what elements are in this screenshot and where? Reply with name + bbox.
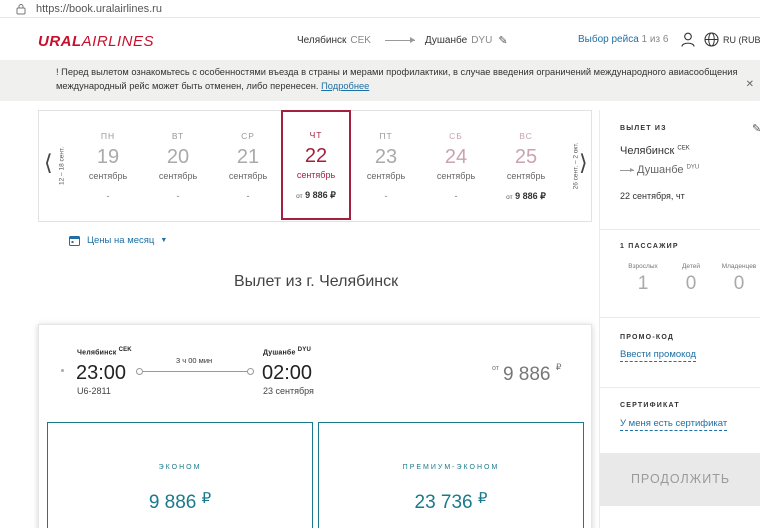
date-cell[interactable]: ср 21 сентябрь - bbox=[213, 111, 283, 221]
prev-week-range[interactable]: 12 – 18 сент. bbox=[53, 111, 71, 221]
fare-economy-option[interactable]: Эконом 9 886 ₽ bbox=[47, 422, 313, 528]
departure-time: 23:00 bbox=[76, 362, 127, 384]
language-selector[interactable]: RU (RUB bbox=[723, 35, 760, 45]
certificate-section: Сертификат У меня есть сертификат bbox=[600, 388, 760, 452]
arrow-right-icon bbox=[620, 167, 634, 172]
departure-section: Вылет из ✎ Челябинск CEK Душанбе DYU 22 … bbox=[600, 110, 760, 230]
arrival-date: 23 сентября bbox=[263, 386, 314, 396]
date-cell-selected[interactable]: чт 22 сентябрь от 9 886 ₽ bbox=[281, 110, 351, 220]
passengers-title: 1 пассажир bbox=[620, 243, 679, 250]
pax-children[interactable]: Детей 0 bbox=[671, 263, 711, 295]
lock-icon bbox=[16, 3, 26, 15]
fare-price: 23 736 ₽ bbox=[414, 490, 488, 513]
destination-city: Душанбе bbox=[424, 35, 468, 46]
edit-route-icon[interactable]: ✎ bbox=[498, 34, 507, 47]
flight-bullet-icon bbox=[61, 369, 64, 372]
user-icon[interactable] bbox=[681, 32, 695, 47]
travel-notice-banner: ! Перед вылетом ознакомьтесь с особеннос… bbox=[0, 60, 760, 101]
date-carousel: ⟨ 12 – 18 сент. пн 19 сентябрь - вт 20 с… bbox=[38, 110, 592, 222]
month-prices-label: Цены на месяц bbox=[87, 235, 155, 246]
sidebar-date: 22 сентября, чт bbox=[620, 191, 685, 201]
date-cell[interactable]: вт 20 сентябрь - bbox=[143, 111, 213, 221]
certificate-link[interactable]: У меня есть сертификат bbox=[620, 418, 728, 431]
flight-duration: 3 ч 00 мин bbox=[176, 356, 213, 365]
fare-name: Эконом bbox=[158, 464, 202, 471]
promo-title: Промо-код bbox=[620, 334, 675, 341]
chevron-right-icon[interactable]: ⟩ bbox=[579, 151, 588, 176]
departure-city: Челябинск CEK bbox=[77, 347, 132, 357]
notice-more-link[interactable]: Подробнее bbox=[321, 81, 369, 91]
date-cell[interactable]: вс 25 сентябрь от 9 886 ₽ bbox=[491, 111, 561, 221]
sidebar-origin: Челябинск CEK bbox=[620, 145, 690, 157]
lowest-price: от 9 886 ₽ bbox=[492, 362, 562, 385]
calendar-icon bbox=[69, 236, 80, 246]
flight-card[interactable]: Челябинск CEK 23:00 U6-2811 3 ч 00 мин Д… bbox=[38, 324, 592, 528]
date-cell[interactable]: сб 24 сентябрь - bbox=[421, 111, 491, 221]
close-icon[interactable]: ✕ bbox=[746, 78, 754, 92]
url-text[interactable]: https://book.uralairlines.ru bbox=[36, 3, 162, 15]
caret-down-icon: ▼ bbox=[160, 237, 168, 244]
origin-city: Челябинск bbox=[297, 35, 347, 46]
route-arrow-icon bbox=[384, 37, 415, 43]
flight-select-step[interactable]: Выбор рейса 1 из 6 bbox=[578, 34, 668, 45]
booking-summary-sidebar: Вылет из ✎ Челябинск CEK Душанбе DYU 22 … bbox=[599, 110, 760, 528]
page-title: Вылет из г. Челябинск bbox=[234, 273, 399, 290]
pax-adults[interactable]: Взрослых 1 bbox=[623, 263, 663, 295]
month-prices-dropdown[interactable]: Цены на месяц ▼ bbox=[69, 235, 167, 246]
date-cell[interactable]: пт 23 сентябрь - bbox=[351, 111, 421, 221]
site-header: URALAIRLINES Челябинск CEK Душанбе DYU ✎… bbox=[0, 19, 760, 60]
destination-code: DYU bbox=[471, 35, 493, 46]
continue-button[interactable]: ПРОДОЛЖИТЬ bbox=[600, 453, 760, 506]
promo-code-link[interactable]: Ввести промокод bbox=[620, 349, 697, 362]
flight-select-count: 1 из 6 bbox=[641, 34, 669, 45]
fare-name: Премиум-эконом bbox=[402, 464, 500, 471]
route-summary[interactable]: Челябинск CEK Душанбе DYU ✎ bbox=[297, 34, 508, 47]
origin-code: CEK bbox=[350, 35, 371, 46]
arrival-time: 02:00 bbox=[262, 362, 313, 384]
flight-path-line bbox=[136, 368, 254, 375]
globe-icon[interactable] bbox=[704, 32, 719, 47]
flight-number: U6-2811 bbox=[77, 386, 111, 396]
sidebar-destination: Душанбе DYU bbox=[620, 164, 699, 176]
chevron-left-icon[interactable]: ⟨ bbox=[44, 151, 53, 176]
promo-section: Промо-код Ввести промокод bbox=[600, 318, 760, 388]
departure-title: Вылет из bbox=[620, 125, 667, 132]
fare-premium-economy-option[interactable]: Премиум-эконом 23 736 ₽ bbox=[318, 422, 584, 528]
arrival-city: Душанбе DYU bbox=[263, 347, 311, 357]
notice-text: ! Перед вылетом ознакомьтесь с особеннос… bbox=[56, 67, 738, 91]
pax-infants[interactable]: Младенцев 0 bbox=[719, 263, 759, 295]
ural-airlines-logo[interactable]: URALAIRLINES bbox=[38, 33, 154, 50]
edit-pencil-icon[interactable]: ✎ bbox=[752, 122, 760, 135]
certificate-title: Сертификат bbox=[620, 402, 680, 409]
date-cell[interactable]: пн 19 сентябрь - bbox=[73, 111, 143, 221]
fare-price: 9 886 ₽ bbox=[148, 490, 212, 513]
browser-url-bar[interactable]: https://book.uralairlines.ru bbox=[0, 0, 760, 18]
